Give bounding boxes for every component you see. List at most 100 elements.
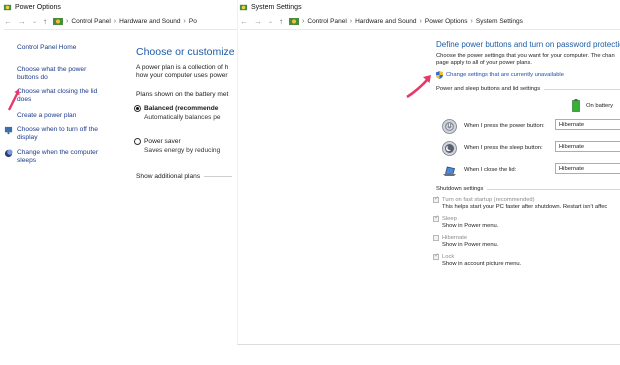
- show-additional-plans-label[interactable]: Show additional plans: [136, 173, 200, 180]
- forward-arrow-icon[interactable]: →: [254, 17, 262, 26]
- window-title: System Settings: [251, 3, 302, 11]
- laptop-lid-icon: [443, 166, 456, 176]
- section-buttons-header: Power and sleep buttons and lid settings: [436, 86, 620, 92]
- lock-option[interactable]: Lock Show in account picture menu.: [433, 253, 522, 268]
- sidebar-item-computer-sleeps[interactable]: Change when the computer sleeps: [4, 149, 122, 166]
- section-shutdown-header: Shutdown settings: [436, 186, 620, 192]
- control-panel-icon: [53, 18, 64, 25]
- change-settings-label[interactable]: Change settings that are currently unava…: [446, 72, 564, 78]
- sleep-button-dropdown[interactable]: Hibernate: [555, 141, 620, 152]
- on-battery-column: On battery: [572, 99, 613, 112]
- breadcrumb-system-settings[interactable]: System Settings: [476, 18, 523, 25]
- setting-label: When I press the power button:: [464, 123, 545, 129]
- sleep-checkbox[interactable]: [433, 215, 439, 222]
- system-settings-window: System Settings ← → ⌄ ↑ › Control Panel …: [237, 0, 620, 345]
- power-button-dropdown[interactable]: Hibernate: [555, 119, 620, 130]
- window-title: Power Options: [15, 3, 61, 11]
- close-lid-setting: When I close the lid: Hibernate: [442, 163, 620, 177]
- sidebar-item-power-buttons[interactable]: Choose what the power buttons do: [17, 66, 122, 83]
- control-panel-icon: [289, 18, 300, 25]
- description-line-2: how your computer uses power: [136, 72, 228, 80]
- option-label[interactable]: Turn on fast startup (recommended): [442, 197, 607, 204]
- plans-header-label: Plans shown on the battery met: [136, 91, 229, 98]
- page-title: Define power buttons and turn on passwor…: [436, 40, 620, 49]
- option-description: Show in Power menu.: [442, 223, 499, 230]
- shield-icon: [436, 71, 443, 79]
- title-bar: System Settings: [239, 0, 302, 14]
- option-description: This helps start your PC faster after sh…: [442, 204, 608, 211]
- dropdown-value[interactable]: Hibernate: [559, 122, 584, 128]
- title-bar: Power Options: [3, 0, 61, 14]
- option-label[interactable]: Sleep: [442, 216, 498, 223]
- red-arrow-pointer-icon: [7, 89, 20, 111]
- sleep-button-setting: When I press the sleep button: Hibernate: [442, 141, 620, 156]
- system-settings-icon: [239, 4, 248, 10]
- sleep-button-icon: [442, 141, 457, 156]
- description-line-2: page apply to all of your power plans.: [436, 60, 533, 67]
- dropdown-value[interactable]: Hibernate: [559, 144, 584, 150]
- change-settings-link[interactable]: Change settings that are currently unava…: [436, 71, 564, 79]
- plans-header: Plans shown on the battery met: [136, 91, 228, 98]
- hibernate-option[interactable]: Hibernate Show in Power menu.: [433, 235, 499, 249]
- breadcrumb-hardware-and-sound[interactable]: Hardware and Sound: [355, 18, 416, 25]
- breadcrumb-power-options[interactable]: Po: [189, 18, 197, 25]
- setting-label: When I close the lid:: [464, 167, 517, 173]
- breadcrumb-control-panel[interactable]: Control Panel: [71, 18, 110, 25]
- on-battery-label: On battery: [586, 102, 614, 109]
- lock-checkbox[interactable]: [433, 253, 439, 260]
- plan-power-saver[interactable]: Power saver Saves energy by reducing: [134, 138, 220, 154]
- display-icon: [4, 126, 13, 135]
- option-label[interactable]: Hibernate: [442, 235, 498, 242]
- sidebar-item-label[interactable]: Choose what the power buttons do: [17, 66, 105, 83]
- radio-power-saver[interactable]: [134, 138, 141, 145]
- sidebar-item-closing-lid[interactable]: Choose what closing the lid does: [17, 88, 122, 105]
- power-button-setting: When I press the power button: Hibernate: [442, 119, 620, 134]
- up-arrow-icon[interactable]: ↑: [279, 17, 283, 26]
- red-arrow-pointer-icon: [406, 75, 431, 99]
- sidebar-item-label[interactable]: Choose what closing the lid does: [17, 88, 113, 105]
- back-arrow-icon[interactable]: ←: [240, 17, 248, 26]
- address-bar[interactable]: ← → ⌄ ↑ › Control Panel › Hardware and S…: [240, 14, 620, 30]
- description-line-1: A power plan is a collection of h: [136, 64, 229, 71]
- plan-name[interactable]: Balanced (recommende: [144, 105, 221, 112]
- plan-name[interactable]: Power saver: [144, 138, 220, 145]
- moon-icon: [4, 149, 13, 158]
- forward-arrow-icon[interactable]: →: [18, 17, 26, 26]
- option-description: Show in Power menu.: [442, 242, 499, 249]
- option-description: Show in account picture menu.: [442, 261, 522, 268]
- recent-dropdown-icon[interactable]: ⌄: [268, 18, 273, 25]
- section-buttons-label: Power and sleep buttons and lid settings: [436, 86, 541, 92]
- recent-dropdown-icon[interactable]: ⌄: [32, 18, 37, 25]
- setting-label: When I press the sleep button:: [464, 145, 543, 151]
- breadcrumb-control-panel[interactable]: Control Panel: [307, 18, 346, 25]
- hibernate-checkbox[interactable]: [433, 235, 439, 241]
- plan-balanced[interactable]: Balanced (recommende Automatically balan…: [134, 105, 221, 121]
- power-button-icon: [442, 119, 457, 134]
- sidebar-item-label[interactable]: Change when the computer sleeps: [17, 149, 113, 166]
- sidebar-item-label[interactable]: Create a power plan: [17, 112, 122, 120]
- power-options-window: Power Options ← → ⌄ ↑ › Control Panel › …: [0, 0, 237, 365]
- address-bar[interactable]: ← → ⌄ ↑ › Control Panel › Hardware and S…: [4, 14, 237, 30]
- close-lid-dropdown[interactable]: Hibernate: [555, 163, 620, 174]
- sidebar: Control Panel Home Choose what the power…: [4, 44, 117, 164]
- divider: [544, 88, 620, 90]
- dropdown-value[interactable]: Hibernate: [559, 166, 584, 172]
- show-additional-plans[interactable]: Show additional plans: [136, 173, 233, 180]
- sidebar-item-label[interactable]: Choose when to turn off the display: [17, 126, 113, 143]
- sleep-option[interactable]: Sleep Show in Power menu.: [433, 215, 499, 230]
- sidebar-item-turn-off-display[interactable]: Choose when to turn off the display: [4, 126, 122, 143]
- divider: [487, 188, 620, 190]
- fast-startup-checkbox[interactable]: [433, 196, 439, 203]
- up-arrow-icon[interactable]: ↑: [43, 17, 47, 26]
- sidebar-item-create-plan[interactable]: Create a power plan: [17, 112, 122, 120]
- breadcrumb-power-options[interactable]: Power Options: [425, 18, 468, 25]
- option-label[interactable]: Lock: [442, 254, 521, 261]
- description-line-1: Choose the power settings that you want …: [436, 53, 615, 59]
- fast-startup-option[interactable]: Turn on fast startup (recommended) This …: [433, 196, 608, 211]
- radio-balanced[interactable]: [134, 105, 141, 112]
- page-title: Choose or customize a p: [136, 46, 237, 58]
- sidebar-home-link[interactable]: Control Panel Home: [17, 44, 117, 52]
- section-shutdown-label: Shutdown settings: [436, 186, 484, 192]
- back-arrow-icon[interactable]: ←: [4, 17, 12, 26]
- breadcrumb-hardware-and-sound[interactable]: Hardware and Sound: [119, 18, 180, 25]
